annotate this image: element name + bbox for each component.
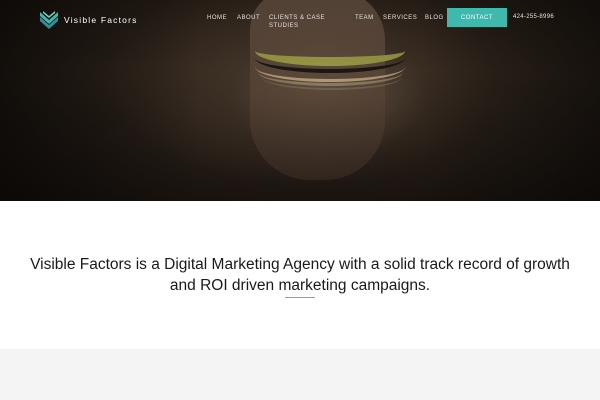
intro-statement: Visible Factors is a Digital Marketing A… xyxy=(30,256,570,294)
brand-logo-link[interactable]: Visible Factors xyxy=(40,10,138,30)
intro-section: Visible Factors is a Digital Marketing A… xyxy=(0,201,600,349)
brand-name: Visible Factors xyxy=(64,15,138,25)
nav-item-services[interactable]: Services xyxy=(383,14,417,22)
nav-item-team[interactable]: Team xyxy=(355,14,374,22)
top-navigation: Visible Factors Home About Clients & Cas… xyxy=(0,0,600,40)
phone-number-link[interactable]: 424-255-8996 xyxy=(513,14,554,20)
section-divider xyxy=(285,297,315,298)
nav-item-about[interactable]: About xyxy=(237,14,260,22)
nav-item-blog[interactable]: Blog xyxy=(425,14,444,22)
next-section-background xyxy=(0,349,600,400)
nav-item-home[interactable]: Home xyxy=(207,14,227,22)
chevron-logo-icon xyxy=(40,11,58,29)
nav-item-clients-case-studies[interactable]: Clients & Case Studies xyxy=(269,14,339,30)
contact-button[interactable]: Contact xyxy=(447,8,507,27)
